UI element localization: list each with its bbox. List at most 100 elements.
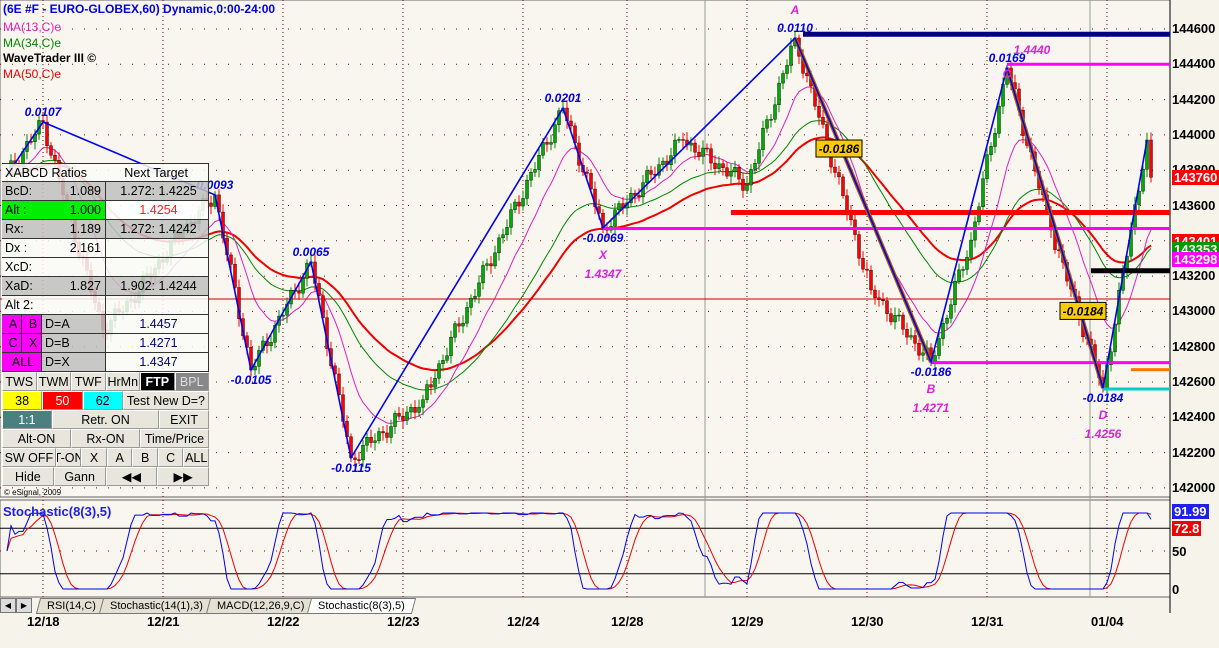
panel-button-twm[interactable]: TWM: [36, 372, 71, 391]
pattern-letter: X: [598, 248, 608, 262]
button-row: 1:1 Retr. ON EXIT: [2, 410, 209, 429]
candle: [373, 440, 377, 443]
ratio-label: XaD:: [5, 279, 33, 293]
stochastic-title[interactable]: Stochastic(8(3),5): [3, 504, 111, 519]
ratio-label: XcD:: [5, 260, 33, 274]
candle: [673, 139, 677, 156]
candle: [877, 297, 881, 300]
panel-button-all[interactable]: ALL: [183, 448, 209, 467]
pattern-letter: A: [790, 3, 800, 17]
price-tick-label: 142800: [1172, 338, 1216, 354]
stochastic-tick-label: 0: [1172, 582, 1180, 597]
panel-button-hide[interactable]: Hide: [2, 467, 54, 486]
point-X-button[interactable]: X: [22, 334, 42, 352]
candle: [377, 431, 381, 442]
panel-button--[interactable]: ◀◀: [105, 467, 158, 486]
candle: [553, 124, 557, 143]
panel-button-b[interactable]: B: [132, 448, 158, 467]
price-tick-label: 143000: [1172, 303, 1216, 319]
study-ma50[interactable]: MA(50,C)e: [3, 67, 61, 81]
candle: [493, 252, 497, 267]
panel-button-ftp[interactable]: FTP: [140, 372, 175, 391]
panel-button-hrmn[interactable]: HrMn: [105, 372, 140, 391]
scroll-right-button[interactable]: ▶: [16, 598, 32, 613]
candle: [525, 179, 529, 199]
tab-label: MACD(12,26,9,C): [216, 600, 305, 612]
candle: [645, 170, 649, 183]
candle: [821, 117, 825, 125]
panel-button-c[interactable]: C: [157, 448, 184, 467]
panel-button-50[interactable]: 50: [42, 391, 83, 410]
all-points-button[interactable]: ALL: [2, 353, 42, 371]
panel-button-exit[interactable]: EXIT: [159, 410, 209, 429]
candle: [841, 176, 845, 196]
candle: [965, 257, 969, 270]
date-label: 12/28: [611, 614, 644, 629]
date-label: 12/30: [851, 614, 884, 629]
target-price: 1.4347: [106, 353, 209, 371]
panel-button-38[interactable]: 38: [2, 391, 43, 410]
study-wavetrader[interactable]: WaveTrader III ©: [3, 51, 96, 65]
button-row: Alt-ON Rx-ON Time/Price: [2, 429, 209, 448]
price-tick-label: 143600: [1172, 197, 1216, 213]
panel-title: XABCD Ratios: [5, 165, 87, 180]
panel-button-gann[interactable]: Gann: [53, 467, 106, 486]
candle: [693, 142, 697, 153]
tab-stochastic-8[interactable]: Stochastic(8(3),5): [307, 598, 417, 614]
panel-button-bpl[interactable]: BPL: [174, 372, 209, 391]
tab-macd[interactable]: MACD(12,26,9,C): [205, 598, 316, 614]
target-price: 1.4271: [106, 334, 209, 352]
panel-button-rx-on[interactable]: Rx-ON: [71, 429, 140, 448]
candle: [441, 360, 445, 364]
candle: [501, 234, 505, 239]
wave-label: -0.0184: [1083, 391, 1124, 405]
candle: [429, 384, 433, 388]
tab-rsi[interactable]: RSI(14,C): [35, 598, 108, 614]
candle: [1149, 139, 1153, 178]
panel-button-tws[interactable]: TWS: [2, 372, 37, 391]
candle: [297, 291, 301, 294]
candle: [545, 142, 549, 145]
candle: [937, 338, 941, 356]
panel-button-alt-on[interactable]: Alt-ON: [2, 429, 71, 448]
candle: [973, 221, 977, 241]
panel-button-retr-on[interactable]: Retr. ON: [51, 410, 160, 429]
candle: [889, 313, 893, 323]
candle: [721, 163, 725, 169]
panel-button-62[interactable]: 62: [82, 391, 123, 410]
candle: [709, 148, 713, 164]
next-target-label: Next Target: [124, 165, 188, 180]
candle: [681, 139, 685, 141]
ratio-row: Alt 2:: [2, 296, 209, 315]
study-ma13[interactable]: MA(13,C)e: [3, 20, 61, 34]
date-label: 12/31: [971, 614, 1004, 629]
tab-stochastic-14[interactable]: Stochastic(14(1),3): [98, 598, 214, 614]
panel-button-a[interactable]: A: [106, 448, 133, 467]
candle: [517, 201, 521, 207]
candle: [933, 355, 937, 363]
candle: [301, 278, 305, 294]
panel-button-x[interactable]: X: [81, 448, 107, 467]
button-row: SW OFFT-ONXABCALL: [2, 448, 209, 467]
panel-button-time-price[interactable]: Time/Price: [140, 429, 209, 448]
panel-button-test-new-d-[interactable]: Test New D=?: [122, 391, 209, 410]
panel-button--[interactable]: ▶▶: [157, 467, 209, 486]
candle: [413, 407, 417, 413]
point-B-button[interactable]: B: [22, 315, 42, 333]
target-mode: D=B: [42, 334, 106, 352]
candle: [513, 201, 517, 210]
point-C-button[interactable]: C: [2, 334, 22, 352]
point-A-button[interactable]: A: [2, 315, 22, 333]
candle: [753, 163, 757, 170]
candle: [49, 145, 53, 156]
study-ma34[interactable]: MA(34,C)e: [3, 36, 61, 50]
panel-button-twf[interactable]: TWF: [71, 372, 106, 391]
panel-button-t-on[interactable]: T-ON: [55, 448, 82, 467]
panel-button-1-1[interactable]: 1:1: [2, 410, 52, 429]
candle: [585, 171, 589, 174]
candle: [473, 296, 477, 299]
ratio-label: BcD:: [5, 184, 33, 198]
scroll-left-button[interactable]: ◀: [0, 598, 16, 613]
candle: [661, 160, 665, 165]
panel-button-sw-off[interactable]: SW OFF: [2, 448, 56, 467]
